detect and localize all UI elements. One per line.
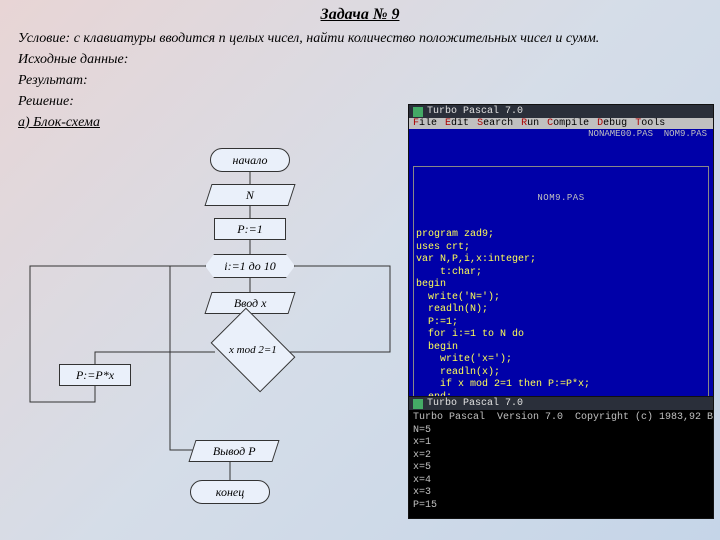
menu-edit[interactable]: Edit [445, 118, 469, 129]
tp-output-window: Turbo Pascal 7.0 Turbo Pascal Version 7.… [408, 396, 714, 519]
menu-file[interactable]: File [413, 118, 437, 129]
menu-debug[interactable]: Debug [597, 118, 627, 129]
menu-run[interactable]: Run [521, 118, 539, 129]
tp2-output: Turbo Pascal Version 7.0 Copyright (c) 1… [409, 410, 713, 518]
menu-compile[interactable]: Compile [547, 118, 589, 129]
menu-tools[interactable]: Tools [635, 118, 665, 129]
tp1-inner-title: NOM9.PAS [416, 193, 706, 204]
tp-icon [413, 107, 423, 117]
tp1-titlebar[interactable]: Turbo Pascal 7.0 [409, 105, 713, 118]
tp2-titlebar[interactable]: Turbo Pascal 7.0 [409, 397, 713, 410]
tp2-title: Turbo Pascal 7.0 [427, 398, 523, 409]
tp-icon [413, 399, 423, 409]
tp1-title: Turbo Pascal 7.0 [427, 106, 523, 117]
tp1-filetabs: NONAME00.PAS NOM9.PAS [409, 129, 713, 139]
menu-search[interactable]: Search [477, 118, 513, 129]
tp1-menubar[interactable]: File Edit Search Run Compile Debug Tools [409, 118, 713, 129]
